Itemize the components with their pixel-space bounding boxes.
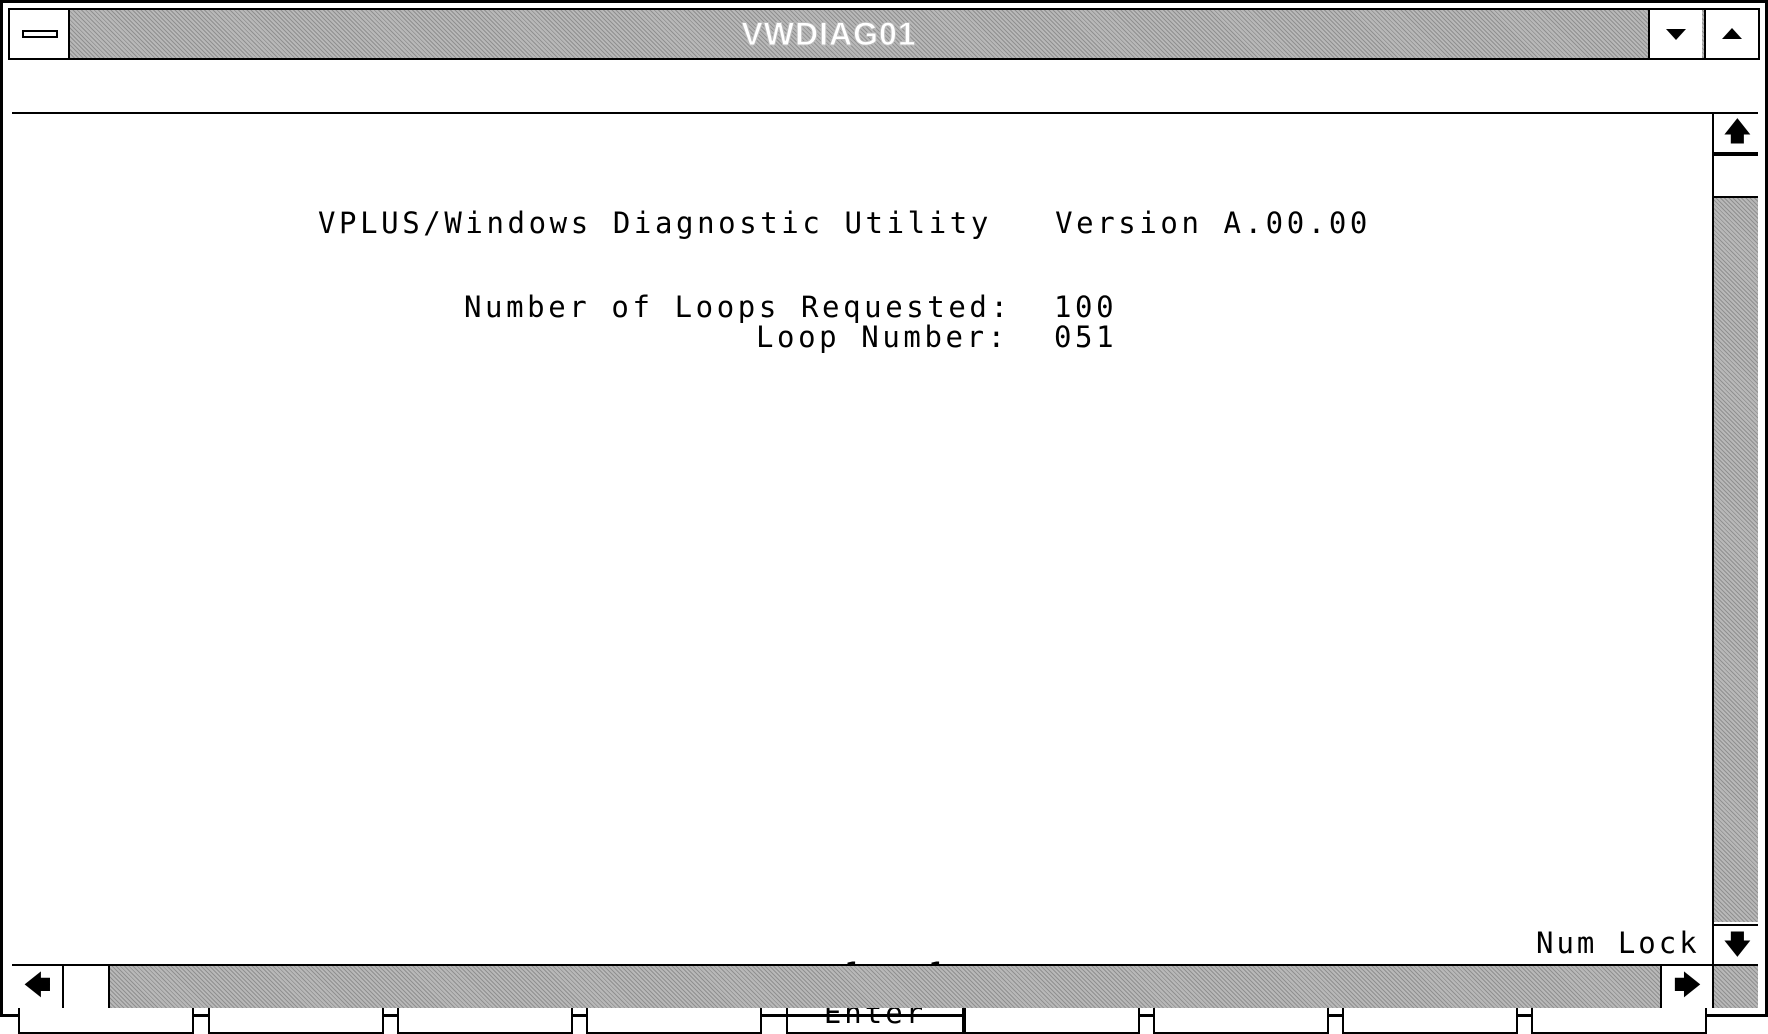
minimize-icon[interactable] [1648, 10, 1702, 58]
vertical-scroll-thumb[interactable] [1714, 154, 1758, 198]
window-title: VWDIAG01 [741, 16, 917, 53]
horizontal-scrollbar[interactable]: 🡄 🡆 [12, 964, 1712, 1008]
scroll-left-icon[interactable]: 🡄 [12, 966, 64, 1008]
loop-number-value: 051 [1054, 320, 1118, 354]
menu-bar [12, 62, 1758, 114]
scrollbar-corner [1712, 964, 1758, 1008]
vertical-scrollbar[interactable]: 🡅 🡇 [1712, 114, 1758, 964]
horizontal-scroll-track[interactable] [64, 966, 1660, 1008]
terminal-screen: VPLUS/Windows Diagnostic Utility Version… [12, 114, 1710, 1034]
loop-number-label: Loop Number: [756, 320, 1009, 354]
vertical-scroll-track[interactable] [1714, 156, 1758, 922]
utility-heading: VPLUS/Windows Diagnostic Utility Version… [318, 206, 1371, 240]
loops-requested-label: Number of Loops Requested: [464, 290, 1012, 324]
num-lock-indicator: Num Lock [1536, 926, 1700, 960]
scroll-down-icon[interactable]: 🡇 [1714, 924, 1758, 964]
loops-requested-value: 100 [1054, 290, 1118, 324]
scroll-right-icon[interactable]: 🡆 [1660, 966, 1712, 1008]
maximize-icon[interactable] [1704, 10, 1758, 58]
horizontal-scroll-thumb[interactable] [64, 966, 110, 1008]
scroll-up-icon[interactable]: 🡅 [1714, 114, 1758, 154]
title-bar[interactable]: VWDIAG01 [8, 8, 1760, 60]
